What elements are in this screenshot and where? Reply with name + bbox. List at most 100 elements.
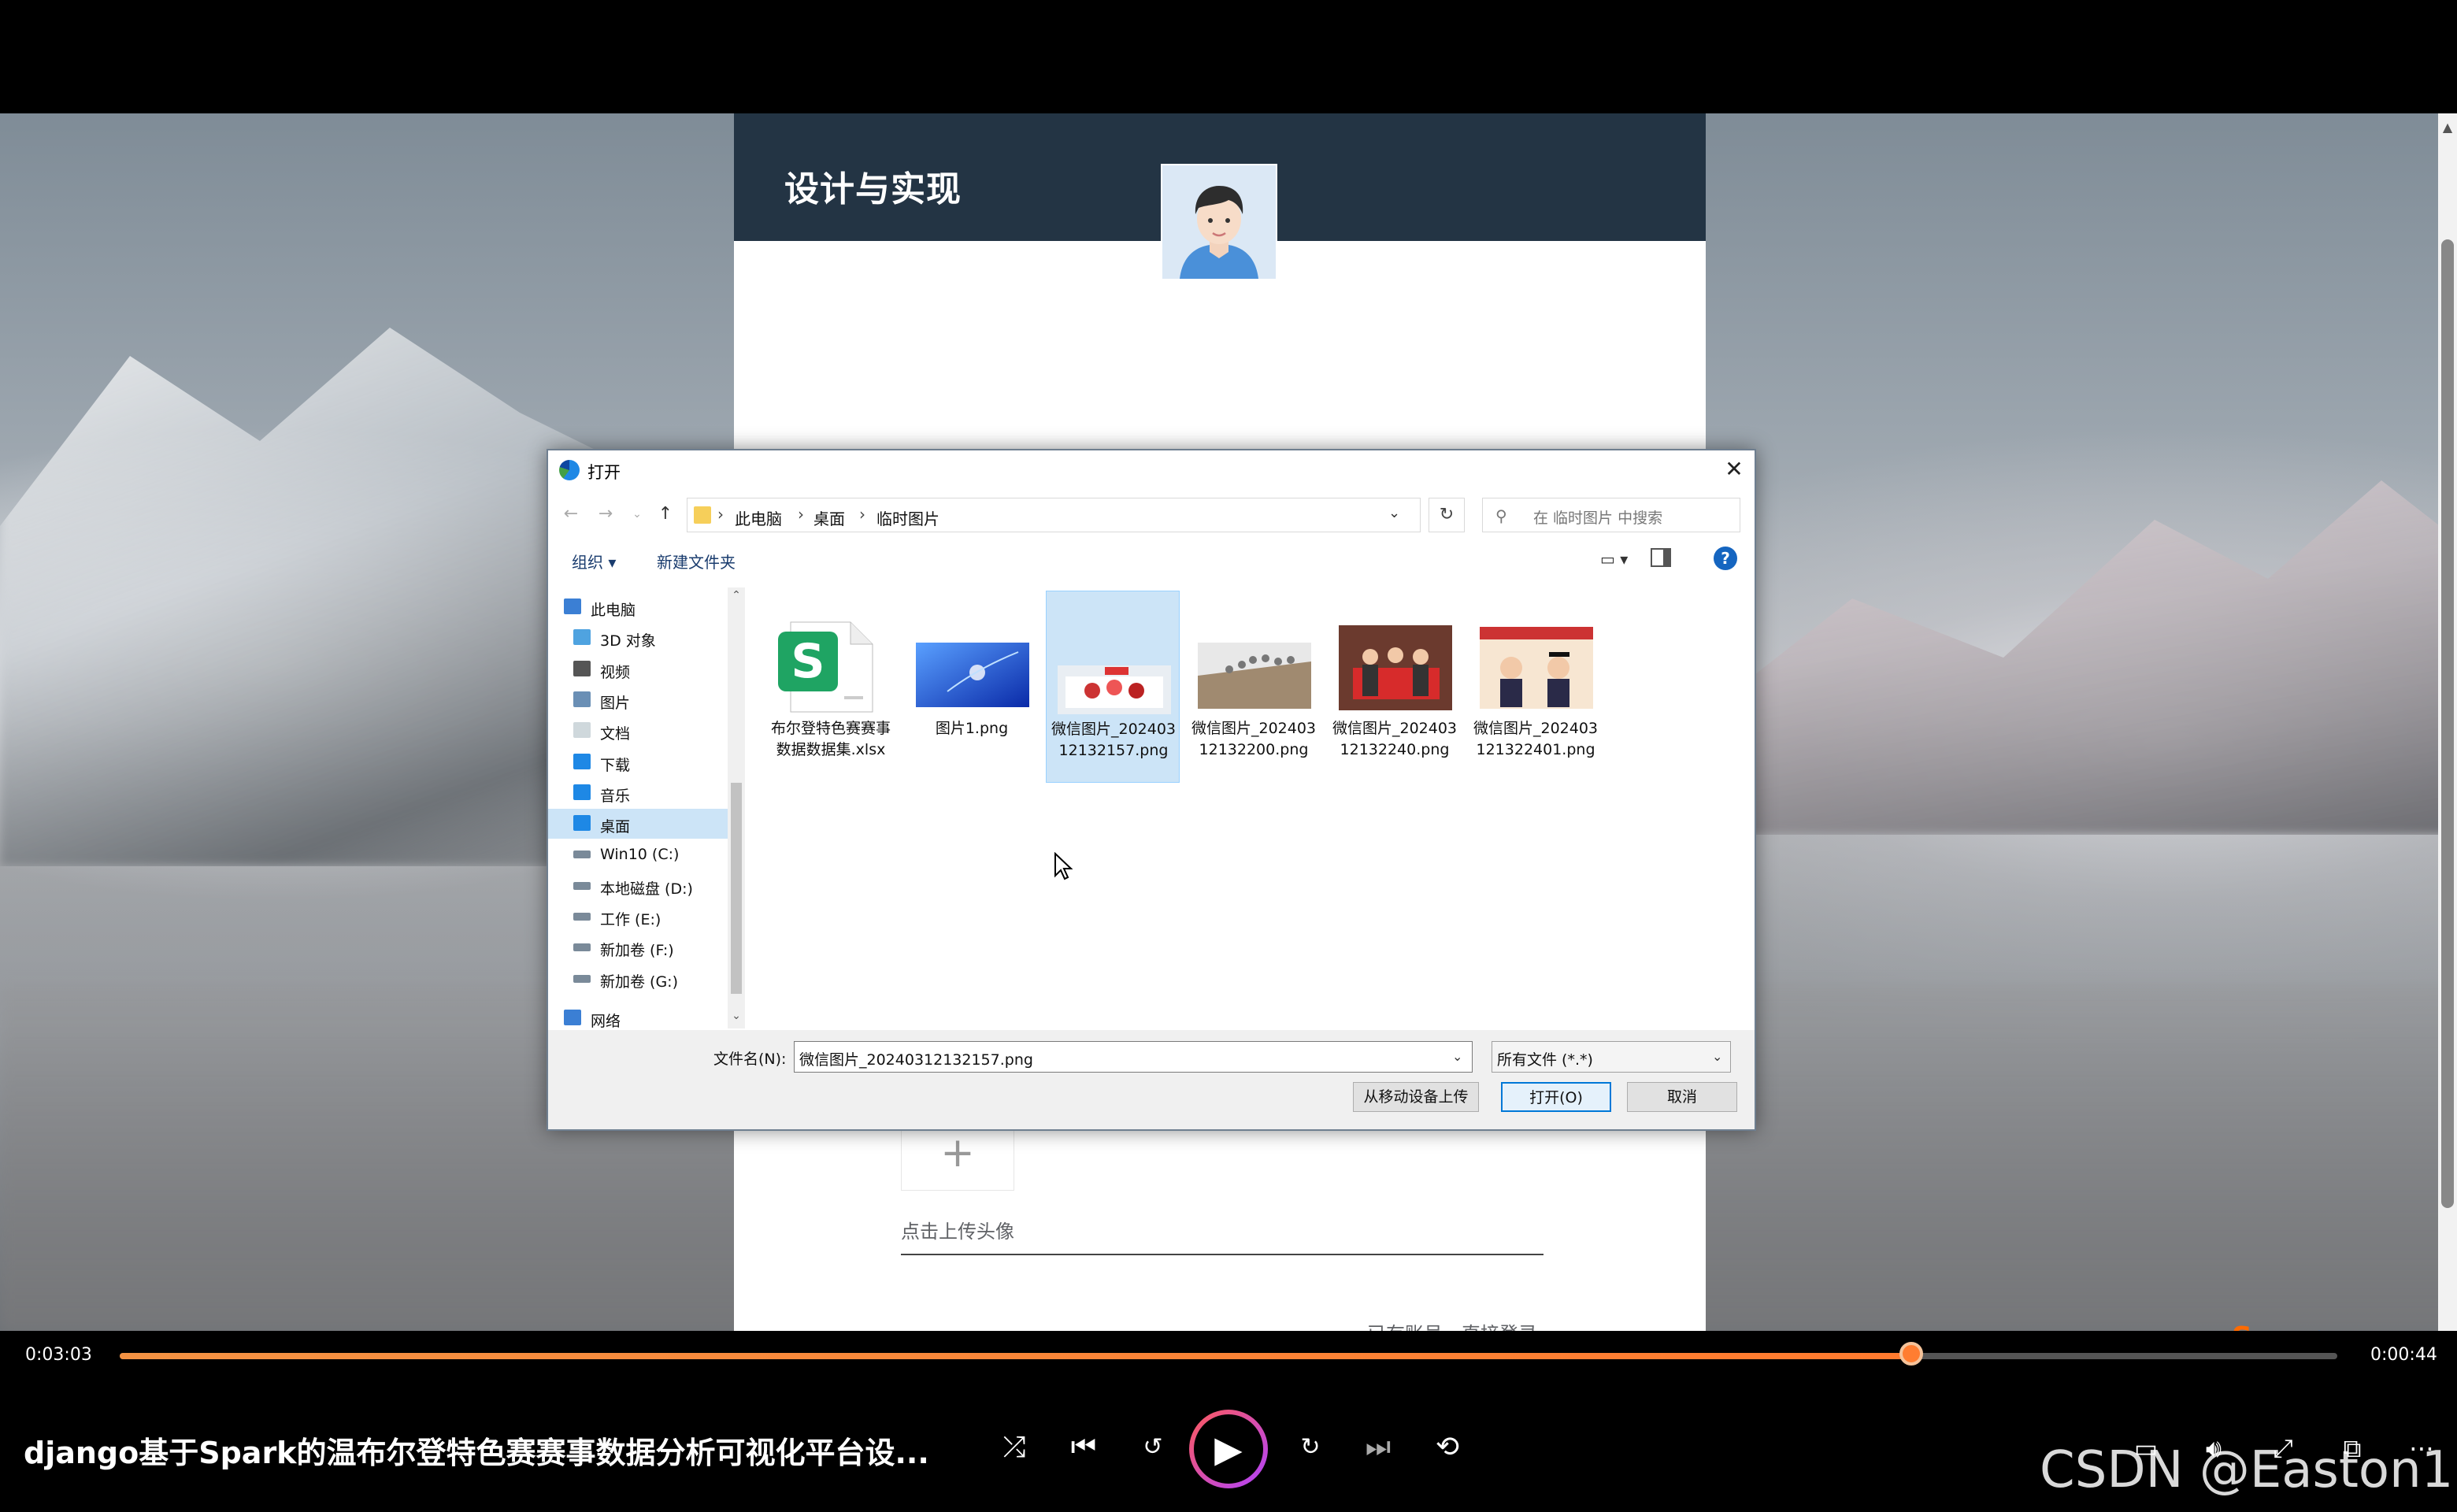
search-input[interactable]: ⚲ 在 临时图片 中搜索 (1482, 498, 1740, 532)
file-item[interactable]: 微信图片_202403121322401.png (1469, 591, 1603, 783)
seek-knob[interactable] (1899, 1342, 1924, 1366)
shuffle-icon[interactable]: ⤮ (992, 1425, 1036, 1469)
breadcrumb-chevron-icon[interactable]: › (717, 505, 724, 524)
file-item[interactable]: S 布尔登特色赛赛事数据数据集.xlsx (764, 591, 898, 783)
page-scrollbar-thumb[interactable] (2441, 239, 2454, 1208)
file-name: 微信图片_20240312132240.png (1332, 720, 1458, 758)
drive-icon (573, 913, 591, 921)
chevron-down-icon[interactable]: ⌄ (1712, 1049, 1722, 1064)
view-options-icon[interactable]: ▭ ▾ (1600, 550, 1628, 569)
nav-item[interactable]: 桌面 (548, 809, 729, 839)
file-name: 图片1.png (935, 720, 1009, 737)
avatar[interactable] (1161, 164, 1277, 280)
drive-icon (573, 943, 591, 952)
forward-arrow-icon[interactable]: → (592, 501, 619, 528)
file-item[interactable]: 微信图片_20240312132240.png (1328, 591, 1462, 783)
search-placeholder: 在 临时图片 中搜索 (1533, 510, 1663, 527)
avatar-icon (1162, 165, 1276, 279)
nav-item-label: 文档 (600, 725, 631, 743)
preview-pane-icon[interactable] (1651, 548, 1671, 567)
next-icon[interactable]: ⏭ (1356, 1425, 1400, 1469)
download-icon (573, 753, 591, 769)
new-folder-button[interactable]: 新建文件夹 (657, 550, 736, 573)
nav-scrollbar-thumb[interactable] (731, 783, 742, 994)
forward-30-icon[interactable]: ↻ (1288, 1425, 1332, 1469)
computer-icon (564, 598, 581, 614)
chevron-down-icon[interactable]: ⌄ (1452, 1049, 1462, 1064)
rewind-10-icon[interactable]: ↺ (1131, 1425, 1175, 1469)
breadcrumb-chevron-icon[interactable]: › (798, 505, 804, 524)
file-item[interactable]: 微信图片_20240312132157.png (1046, 591, 1180, 783)
scroll-up-icon[interactable]: ▲ (2438, 120, 2457, 135)
dialog-title: 打开 (587, 463, 621, 482)
close-button[interactable]: ✕ (1717, 454, 1751, 485)
scroll-down-icon[interactable]: ⌄ (728, 1010, 745, 1022)
nav-item[interactable]: 网络 (548, 1003, 729, 1033)
spreadsheet-file-icon: S (775, 621, 888, 713)
mouse-cursor-icon (1054, 852, 1073, 880)
nav-item[interactable]: 下载 (548, 747, 729, 777)
recent-chevron-icon[interactable]: ⌄ (624, 501, 650, 528)
file-item[interactable]: 微信图片_20240312132200.png (1187, 591, 1321, 783)
nav-item-label: 视频 (600, 663, 631, 681)
image-thumbnail (916, 621, 1029, 713)
address-bar[interactable]: › 此电脑 › 桌面 › 临时图片 ⌄ (687, 498, 1421, 532)
nav-item[interactable]: 本地磁盘 (D:) (548, 871, 729, 901)
filetype-select[interactable]: 所有文件 (*.*) (1492, 1041, 1731, 1073)
nav-item-label: 新加卷 (G:) (600, 973, 678, 991)
nav-item[interactable]: 音乐 (548, 778, 729, 808)
play-button[interactable]: ▶ (1189, 1410, 1268, 1488)
breadcrumb-this-pc[interactable]: 此电脑 (735, 506, 782, 529)
breadcrumb-chevron-icon[interactable]: › (859, 505, 865, 524)
nav-item-label: 桌面 (600, 818, 631, 836)
previous-icon[interactable]: ⏮ (1062, 1425, 1106, 1469)
open-button[interactable]: 打开(O) (1501, 1082, 1611, 1112)
folder-icon (694, 506, 711, 524)
breadcrumb-temp-pictures[interactable]: 临时图片 (876, 506, 939, 529)
file-name: 微信图片_202403121322401.png (1473, 720, 1599, 758)
nav-item[interactable]: 工作 (E:) (548, 902, 729, 932)
organize-button[interactable]: 组织 ▾ (572, 550, 616, 573)
nav-item[interactable]: 新加卷 (F:) (548, 932, 729, 962)
filename-input[interactable]: 微信图片_20240312132157.png (794, 1041, 1473, 1073)
drive-icon (573, 881, 591, 890)
nav-item[interactable]: 文档 (548, 716, 729, 746)
nav-item-label: 3D 对象 (600, 632, 656, 650)
nav-item[interactable]: 此电脑 (548, 592, 729, 622)
repeat-off-icon[interactable]: ⟲ (1425, 1425, 1469, 1469)
nav-item[interactable]: 视频 (548, 654, 729, 684)
drive-icon (573, 974, 591, 983)
video-icon (573, 660, 591, 676)
page-title: 设计与实现 (784, 169, 962, 209)
back-arrow-icon[interactable]: ← (558, 501, 584, 528)
nav-item[interactable]: 新加卷 (G:) (548, 964, 729, 994)
refresh-button[interactable]: ↻ (1429, 498, 1465, 532)
file-name: 布尔登特色赛赛事数据数据集.xlsx (770, 720, 891, 758)
svg-text:S: S (791, 634, 825, 689)
video-title: django基于Spark的温布尔登特色赛赛事数据分析可视化平台设... (24, 1436, 929, 1470)
network-icon (564, 1010, 581, 1025)
up-arrow-icon[interactable]: ↑ (652, 501, 679, 528)
file-item[interactable]: 图片1.png (905, 591, 1039, 783)
nav-item[interactable]: 3D 对象 (548, 623, 729, 653)
image-thumbnail (1058, 621, 1171, 714)
scroll-up-icon[interactable]: ⌃ (728, 589, 745, 602)
upload-avatar-label: 点击上传头像 (901, 1216, 1544, 1255)
nav-item[interactable]: Win10 (C:) (548, 839, 729, 869)
nav-item-label: 工作 (E:) (600, 911, 662, 928)
dialog-titlebar[interactable]: 打开 ✕ (548, 450, 1755, 488)
breadcrumb-desktop[interactable]: 桌面 (813, 506, 845, 529)
image-thumbnail (1198, 621, 1311, 713)
seek-bar[interactable] (120, 1353, 2337, 1359)
avatar-upload-button[interactable]: + (901, 1128, 1014, 1191)
address-row: ← → ⌄ ↑ › 此电脑 › 桌面 › 临时图片 ⌄ ↻ ⚲ 在 临时图片 中… (548, 493, 1755, 537)
filename-label: 文件名(N): (713, 1051, 787, 1068)
chevron-down-icon[interactable]: ⌄ (1388, 505, 1400, 521)
help-icon[interactable]: ? (1714, 547, 1737, 570)
nav-item-label: 音乐 (600, 787, 631, 805)
nav-scrollbar[interactable]: ⌃ ⌄ (728, 587, 745, 1028)
nav-item[interactable]: 图片 (548, 685, 729, 715)
cancel-button[interactable]: 取消 (1627, 1082, 1737, 1112)
upload-from-mobile-button[interactable]: 从移动设备上传 (1353, 1082, 1479, 1112)
page-scrollbar[interactable]: ▲ (2438, 113, 2457, 1331)
